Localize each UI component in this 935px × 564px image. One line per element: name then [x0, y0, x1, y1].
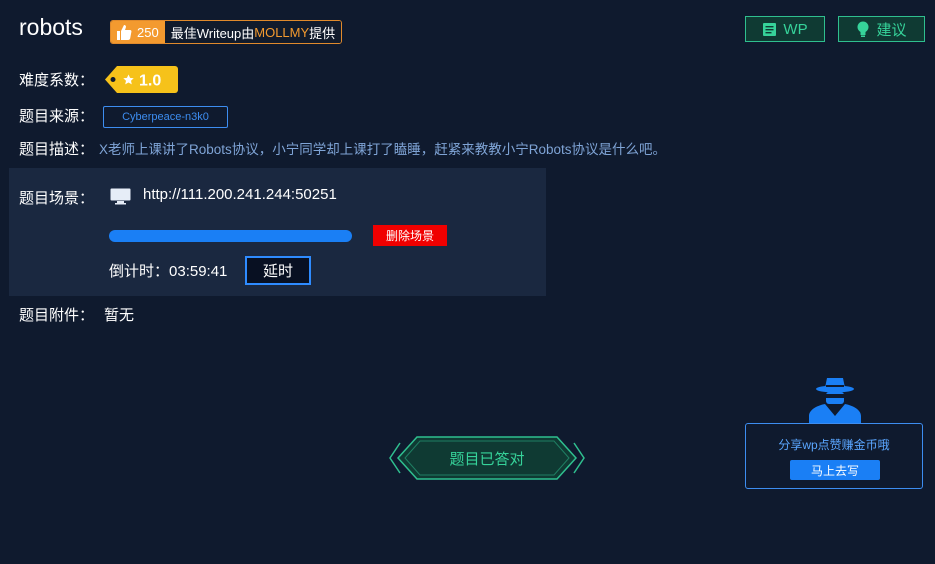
- description-label: 题目描述：: [19, 141, 95, 158]
- source-label: 题目来源：: [19, 108, 95, 125]
- difficulty-badge: 1.0: [105, 66, 178, 93]
- scene-progress-bar: [109, 230, 352, 242]
- countdown-label: 倒计时：: [109, 263, 170, 280]
- difficulty-label: 难度系数：: [19, 72, 95, 89]
- best-writeup-credit: 最佳Writeup由 MOLLMY 提供: [164, 21, 342, 43]
- document-icon: [763, 22, 777, 36]
- wp-button[interactable]: WP: [745, 16, 825, 42]
- write-now-button[interactable]: 马上去写: [790, 460, 880, 480]
- delete-scene-button[interactable]: 删除场景: [373, 225, 447, 246]
- like-count[interactable]: 250: [111, 21, 165, 43]
- delay-button[interactable]: 延时: [245, 256, 311, 285]
- challenge-title: robots: [19, 14, 83, 40]
- description-text: X老师上课讲了Robots协议，小宁同学却上课打了瞌睡，赶紧来教教小宁Robot…: [99, 142, 667, 157]
- countdown: 倒计时：03:59:41: [109, 260, 227, 281]
- like-count-value: 250: [137, 24, 159, 40]
- share-text: 分享wp点赞赚金币哦: [778, 438, 890, 452]
- writeup-author[interactable]: MOLLMY: [254, 25, 309, 40]
- suggest-button-label: 建议: [876, 21, 907, 39]
- wp-button-label: WP: [783, 20, 808, 38]
- solved-status-button[interactable]: 题目已答对: [387, 436, 587, 480]
- scene-label: 题目场景：: [19, 190, 95, 207]
- lightbulb-icon: [857, 21, 869, 37]
- writeup-prefix: 最佳Writeup由: [170, 25, 255, 41]
- suggest-button[interactable]: 建议: [838, 16, 925, 42]
- attachment-value: 暂无: [104, 307, 135, 324]
- writeup-badge[interactable]: 250 最佳Writeup由 MOLLMY 提供: [110, 20, 343, 44]
- writeup-suffix: 提供: [309, 25, 336, 41]
- monitor-icon: [110, 188, 131, 205]
- scene-url[interactable]: http://111.200.241.244:50251: [143, 186, 337, 203]
- thumbs-up-icon: [117, 24, 132, 40]
- countdown-value: 03:59:41: [169, 263, 228, 280]
- difficulty-value: 1.0: [139, 73, 161, 90]
- source-tag[interactable]: Cyberpeace-n3k0: [103, 106, 228, 128]
- hacker-icon: [809, 378, 861, 428]
- attachment-label: 题目附件：: [19, 307, 95, 324]
